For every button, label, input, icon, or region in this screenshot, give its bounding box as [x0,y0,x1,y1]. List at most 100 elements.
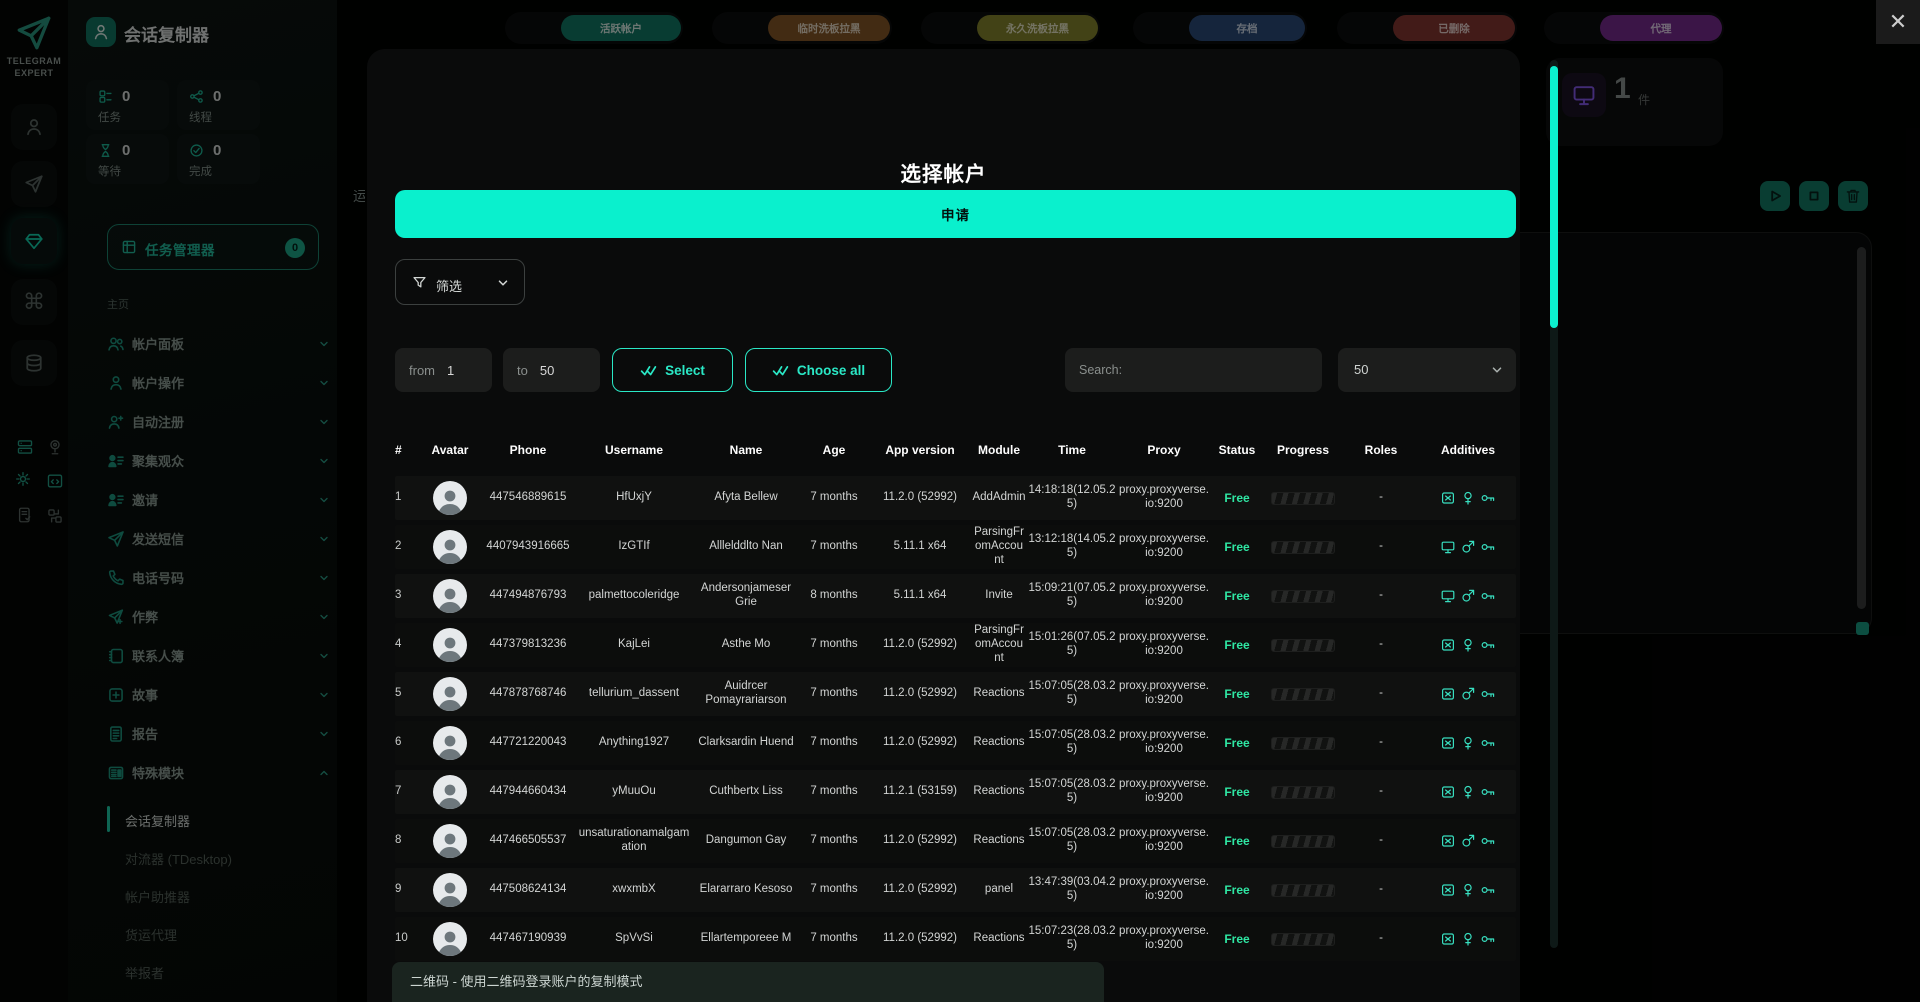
time-cell: 15:01:26(07.05.25) [1028,631,1116,657]
ban-icon [1440,882,1456,898]
table-row[interactable]: 4 447379813236 KajLei Asthe Mo 7 months … [395,623,1516,667]
female-icon [1460,490,1476,506]
avatar [420,481,480,515]
phone-cell: 447494876793 [489,589,567,602]
progress-bar [1271,834,1335,848]
chevron-down-icon [1490,363,1504,377]
username-cell: xwxmbX [612,883,656,896]
username-cell: IzGTIf [618,540,650,553]
apply-button[interactable]: 申请 [395,190,1516,238]
additives-cell [1420,588,1516,604]
avatar [420,775,480,809]
table-row[interactable]: 2 4407943916665 IzGTIf Alllelddlto Nan 7… [395,525,1516,569]
time-cell: 15:07:05(28.03.25) [1028,680,1116,706]
app-version-cell: 5.11.1 x64 [893,540,947,553]
table-row[interactable]: 3 447494876793 palmettocoleridge Anderso… [395,574,1516,618]
proxy-cell: proxy.proxyverse.io:9200 [1119,680,1209,706]
app-version-cell: 11.2.0 (52992) [883,687,957,700]
status-cell: Free [1224,833,1250,848]
progress-cell [1264,687,1342,701]
status-cell: Free [1224,588,1250,603]
qr-tooltip: 二维码 - 使用二维码登录账户的复制模式 在使用前务必测试复制器；如果验证码无效… [392,962,1104,1002]
avatar [420,824,480,858]
roles-cell: - [1379,932,1383,945]
status-cell: Free [1224,490,1250,505]
chevron-down-icon [496,276,510,290]
age-cell: 7 months [810,932,858,945]
progress-bar [1271,638,1335,652]
search-input[interactable] [1065,348,1322,392]
key-icon [1480,784,1496,800]
progress-bar [1271,736,1335,750]
funnel-icon [412,275,427,290]
age-cell: 8 months [810,589,858,602]
table-row[interactable]: 1 447546889615 HfUxjY Afyta Bellew 7 mon… [395,476,1516,520]
table-row[interactable]: 8 447466505537 unsaturationamalgamation … [395,819,1516,863]
module-cell: ParsingFromAccount [974,624,1024,664]
age-cell: 7 months [810,736,858,749]
username-cell: tellurium_dassent [588,687,680,700]
module-cell: Reactions [973,932,1025,945]
filter-label: 筛选 [436,279,463,294]
key-icon [1480,490,1496,506]
proxy-cell: proxy.proxyverse.io:9200 [1119,582,1209,608]
ban-icon [1440,686,1456,702]
from-input[interactable]: from 1 [395,348,492,392]
page-size-select[interactable]: 50 [1338,348,1516,392]
table-header: # Avatar Phone Username Name Age App version Mo… [395,438,1516,462]
module-cell: ParsingFromAccount [974,526,1024,566]
column-header-Age: Age [822,443,846,457]
username-cell: HfUxjY [616,491,652,504]
table-row[interactable]: 5 447878768746 tellurium_dassent Auidrce… [395,672,1516,716]
app-version-cell: 11.2.0 (52992) [883,932,957,945]
column-header-Proxy: Proxy [1147,443,1181,457]
female-icon [1460,637,1476,653]
roles-cell: - [1379,638,1383,651]
funnel-icon [412,275,427,290]
status-cell: Free [1224,686,1250,701]
progress-cell [1264,638,1342,652]
table-row[interactable]: 10 447467190939 SpVvSi Ellartemporeee M … [395,917,1516,961]
table-row[interactable]: 9 447508624134 xwxmbX Elararraro Kesoso … [395,868,1516,912]
additives-cell [1420,686,1516,702]
double-check-icon [640,362,657,379]
avatar [420,628,480,662]
avatar [420,579,480,613]
table-row[interactable]: 7 447944660434 yMuuOu Cuthbertx Liss 7 m… [395,770,1516,814]
monitor-icon [1440,539,1456,555]
modal-scrollbar-thumb[interactable] [1550,66,1558,328]
key-icon [1480,833,1496,849]
proxy-cell: proxy.proxyverse.io:9200 [1119,925,1209,951]
female-icon [1460,882,1476,898]
progress-bar [1271,540,1335,554]
age-cell: 7 months [810,883,858,896]
female-icon [1460,931,1476,947]
to-input[interactable]: to 50 [503,348,600,392]
time-cell: 15:07:05(28.03.25) [1028,729,1116,755]
roles-cell: - [1379,491,1383,504]
name-cell: Elararraro Kesoso [699,883,793,896]
proxy-cell: proxy.proxyverse.io:9200 [1119,484,1209,510]
close-button[interactable]: ✕ [1876,0,1920,44]
column-header-App version: App version [885,443,955,457]
table-row[interactable]: 6 447721220043 Anything1927 Clarksardin … [395,721,1516,765]
choose-all-button[interactable]: Choose all [745,348,892,392]
additives-cell [1420,784,1516,800]
module-cell: Reactions [973,785,1025,798]
avatar [420,873,480,907]
additives-cell [1420,539,1516,555]
filter-dropdown[interactable]: 筛选 [395,259,525,305]
select-button[interactable]: Select [612,348,733,392]
app-version-cell: 11.2.0 (52992) [883,883,957,896]
monitor-icon [1440,588,1456,604]
progress-bar [1271,932,1335,946]
column-header-Phone: Phone [509,443,547,457]
avatar [420,922,480,956]
age-cell: 7 months [810,491,858,504]
proxy-cell: proxy.proxyverse.io:9200 [1119,827,1209,853]
phone-cell: 447546889615 [489,491,567,504]
app-version-cell: 11.2.0 (52992) [883,491,957,504]
key-icon [1480,686,1496,702]
age-cell: 7 months [810,687,858,700]
proxy-cell: proxy.proxyverse.io:9200 [1119,631,1209,657]
